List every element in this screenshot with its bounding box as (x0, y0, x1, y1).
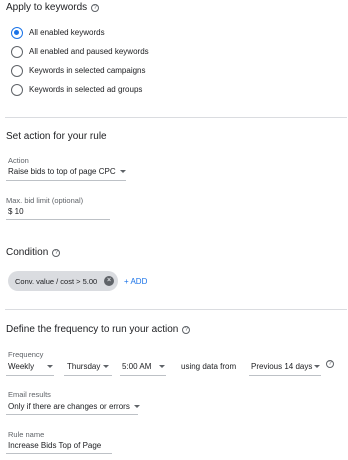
action-dropdown[interactable]: Raise bids to top of page CPC (8, 167, 127, 176)
action-underline (6, 180, 126, 181)
radio-selected-ad-groups[interactable] (11, 84, 23, 96)
max-bid-input[interactable]: $ 10 (8, 207, 24, 216)
frequency-section-title: Define the frequency to run your action? (6, 324, 191, 335)
rule-name-label: Rule name (8, 430, 45, 439)
chevron-down-icon (134, 405, 141, 408)
chevron-down-icon (47, 365, 53, 368)
condition-chip[interactable]: Conv. value / cost > 5.00 × (8, 271, 118, 291)
day-underline (64, 375, 112, 376)
remove-chip-icon[interactable]: × (104, 276, 114, 286)
action-section-title: Set action for your rule (6, 131, 107, 142)
email-results-label: Email results (8, 390, 51, 399)
condition-chip-text: Conv. value / cost > 5.00 (15, 277, 98, 286)
help-icon[interactable]: ? (52, 249, 61, 257)
action-field-label: Action (8, 156, 29, 165)
condition-section-title: Condition? (6, 247, 61, 258)
help-icon[interactable]: ? (326, 360, 334, 368)
date-range-dropdown[interactable]: Previous 14 days (251, 362, 312, 371)
chevron-down-icon (120, 170, 127, 173)
chevron-down-icon (159, 365, 165, 368)
frequency-label: Frequency (8, 350, 44, 359)
add-condition-button[interactable]: + ADD (124, 277, 147, 286)
rule-name-input[interactable]: Increase Bids Top of Page (8, 441, 101, 450)
using-data-from-text: using data from (181, 362, 237, 371)
chevron-down-icon (103, 365, 109, 368)
email-results-dropdown[interactable]: Only if there are changes or errors (8, 402, 141, 411)
chevron-down-icon (314, 365, 320, 368)
max-bid-underline (6, 219, 110, 220)
rule-name-underline (6, 453, 112, 454)
help-icon[interactable]: ? (91, 4, 100, 12)
radio-label-selected-ad-groups: Keywords in selected ad groups (29, 85, 143, 94)
radio-all-enabled[interactable] (11, 27, 23, 39)
help-icon[interactable]: ? (182, 326, 191, 334)
period-underline (6, 375, 54, 376)
radio-label-all-enabled: All enabled keywords (29, 28, 105, 37)
divider (5, 117, 347, 118)
frequency-period-dropdown[interactable]: Weekly (8, 362, 34, 371)
frequency-time-dropdown[interactable]: 5:00 AM (122, 362, 151, 371)
radio-selected-campaigns[interactable] (11, 65, 23, 77)
max-bid-label: Max. bid limit (optional) (6, 196, 84, 205)
radio-label-enabled-paused: All enabled and paused keywords (29, 47, 149, 56)
divider (5, 309, 347, 310)
radio-enabled-paused[interactable] (11, 46, 23, 58)
email-underline (6, 414, 138, 415)
range-underline (249, 375, 321, 376)
apply-section-title: Apply to keywords? (6, 2, 100, 13)
radio-label-selected-campaigns: Keywords in selected campaigns (29, 66, 146, 75)
time-underline (120, 375, 166, 376)
frequency-day-dropdown[interactable]: Thursday (67, 362, 100, 371)
